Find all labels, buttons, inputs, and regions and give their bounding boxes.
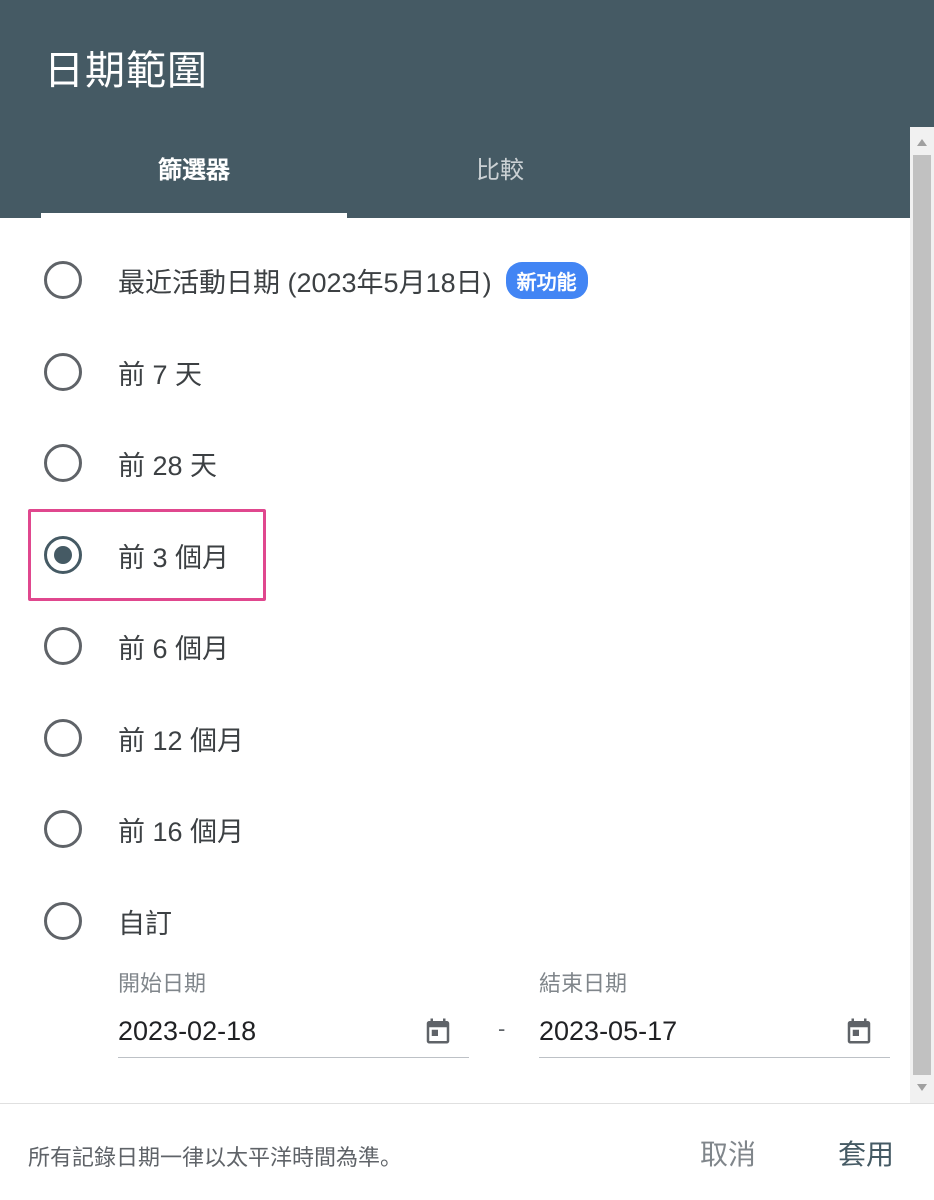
date-range-separator: - xyxy=(498,1016,506,1041)
cancel-button[interactable]: 取消 xyxy=(700,1133,756,1173)
scrollbar-thumb[interactable] xyxy=(913,155,931,1075)
option-label: 前 7 天 xyxy=(118,359,203,390)
option-custom[interactable]: 自訂 xyxy=(44,895,172,947)
calendar-icon[interactable] xyxy=(423,1016,453,1046)
calendar-icon[interactable] xyxy=(844,1016,874,1046)
footer-divider xyxy=(0,1103,934,1104)
option-label: 自訂 xyxy=(118,908,172,939)
end-date-label: 結束日期 xyxy=(539,971,628,996)
option-label: 前 28 天 xyxy=(118,450,218,481)
vertical-scrollbar[interactable] xyxy=(910,127,934,1103)
radio-button[interactable] xyxy=(44,353,82,391)
scroll-down-arrow-icon[interactable] xyxy=(917,1084,927,1091)
radio-button[interactable] xyxy=(44,810,82,848)
tab-compare[interactable]: 比較 xyxy=(347,150,653,194)
new-feature-badge: 新功能 xyxy=(505,261,588,299)
radio-button[interactable] xyxy=(44,902,82,940)
option-last-12-months[interactable]: 前 12 個月 xyxy=(44,712,244,764)
radio-button[interactable] xyxy=(44,261,82,299)
start-date-value: 2023-02-18 xyxy=(118,1016,257,1046)
active-tab-indicator xyxy=(41,213,347,218)
start-date-label: 開始日期 xyxy=(118,971,207,996)
option-last-28-days[interactable]: 前 28 天 xyxy=(44,437,217,489)
option-last-active-date[interactable]: 最近活動日期 (2023年5月18日) 新功能 xyxy=(44,254,588,306)
end-date-value: 2023-05-17 xyxy=(539,1016,678,1046)
option-label: 最近活動日期 (2023年5月18日) xyxy=(118,267,492,298)
option-label: 前 6 個月 xyxy=(118,633,230,664)
tab-filter[interactable]: 篩選器 xyxy=(41,150,347,194)
radio-button[interactable] xyxy=(44,444,82,482)
option-label: 前 16 個月 xyxy=(118,816,245,847)
start-date-field[interactable]: 2023-02-18 xyxy=(118,1006,469,1058)
timezone-note: 所有記錄日期一律以太平洋時間為準。 xyxy=(28,1145,403,1170)
option-last-6-months[interactable]: 前 6 個月 xyxy=(44,620,229,672)
radio-button[interactable] xyxy=(44,719,82,757)
apply-button[interactable]: 套用 xyxy=(838,1133,894,1173)
dialog-title: 日期範圍 xyxy=(44,49,208,93)
dialog-header: 日期範圍 篩選器 比較 xyxy=(0,0,934,218)
scroll-up-arrow-icon[interactable] xyxy=(917,139,927,146)
radio-button-selected[interactable] xyxy=(44,536,82,574)
radio-button[interactable] xyxy=(44,627,82,665)
option-label: 前 12 個月 xyxy=(118,725,245,756)
option-label: 前 3 個月 xyxy=(118,542,230,573)
option-last-7-days[interactable]: 前 7 天 xyxy=(44,346,202,398)
end-date-field[interactable]: 2023-05-17 xyxy=(539,1006,890,1058)
option-last-3-months[interactable]: 前 3 個月 xyxy=(44,529,229,581)
option-last-16-months[interactable]: 前 16 個月 xyxy=(44,803,244,855)
